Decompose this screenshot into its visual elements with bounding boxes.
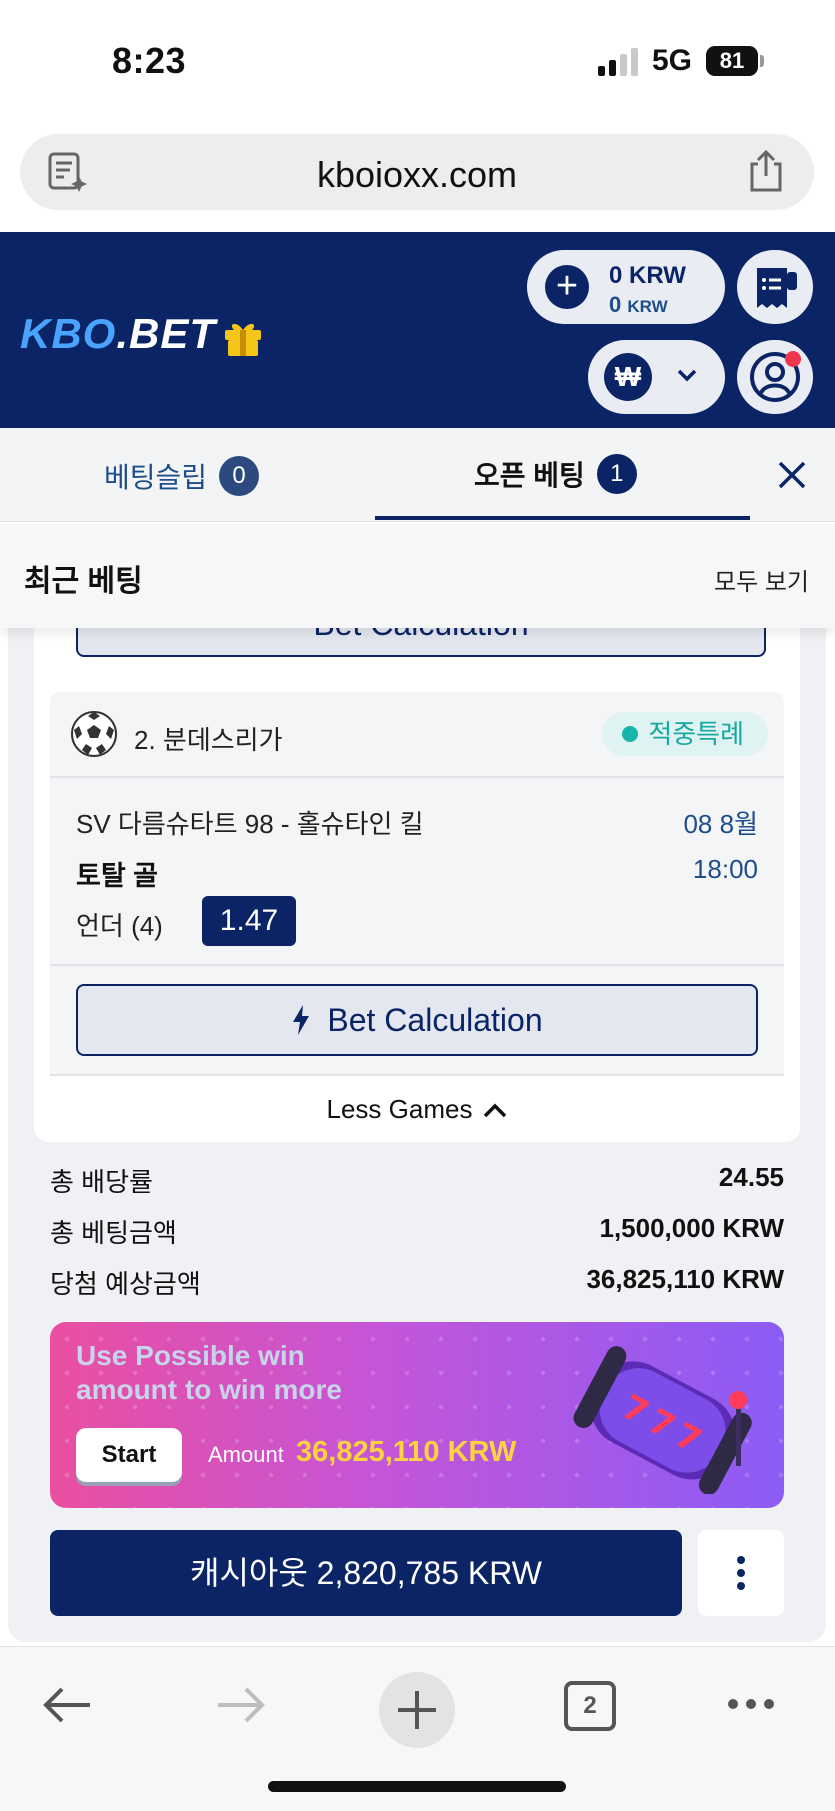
- address-bar[interactable]: kboioxx.com: [20, 134, 814, 210]
- balance-main: 0 KRW: [609, 262, 686, 289]
- site-logo[interactable]: KBO.BET: [20, 310, 216, 358]
- bet-calculation-button[interactable]: Bet Calculation: [76, 984, 758, 1056]
- divider: [50, 1074, 784, 1076]
- status-bar: 8:23 5G 81: [0, 0, 835, 120]
- chevron-down-icon: [677, 369, 697, 382]
- total-stake-value: 1,500,000 KRW: [599, 1213, 784, 1243]
- view-all-link[interactable]: 모두 보기: [714, 562, 809, 597]
- receipt-icon: [757, 268, 797, 308]
- badge-label: 적중특례: [648, 719, 744, 749]
- promo-start-button[interactable]: Start: [76, 1428, 182, 1482]
- divider: [50, 964, 784, 966]
- match-name: SV 다름슈타트 98 - 홀슈타인 킬: [76, 809, 424, 839]
- share-icon[interactable]: [744, 148, 788, 194]
- bet-receipt-button[interactable]: [737, 250, 813, 324]
- soccer-ball-icon: [71, 711, 117, 757]
- profile-button[interactable]: [737, 340, 813, 414]
- lightning-icon: [293, 1005, 310, 1035]
- deposit-plus-icon[interactable]: +: [545, 265, 589, 309]
- balance-bonus-unit: KRW: [627, 297, 668, 316]
- currency-selector[interactable]: ₩: [588, 340, 725, 414]
- won-currency-icon: ₩: [604, 353, 652, 401]
- total-stake-label: 총 베팅금액: [50, 1218, 177, 1248]
- user-avatar-icon: [750, 351, 801, 402]
- status-time: 8:23: [112, 40, 187, 81]
- active-tab-indicator: [375, 516, 750, 520]
- balance-pill[interactable]: + 0 KRW 0 KRW: [527, 250, 725, 324]
- leg-header: 2. 분데스리가 적중특례: [50, 692, 784, 778]
- tab-open-bets-label: 오픈 베팅: [474, 460, 585, 491]
- home-indicator: [268, 1781, 566, 1792]
- potential-win-label: 당첨 예상금액: [50, 1269, 201, 1299]
- match-date: 08 8월: [683, 809, 758, 839]
- status-badge: 적중특례: [602, 712, 768, 756]
- tab-betslip-label: 베팅슬립: [104, 462, 208, 493]
- total-odds-label: 총 배당률: [50, 1167, 153, 1197]
- chevron-up-icon: [484, 1103, 507, 1117]
- bet-calculation-label: Bet Calculation: [327, 1001, 543, 1038]
- tab-open-bets-count: 1: [596, 454, 637, 494]
- tab-betslip[interactable]: 베팅슬립 0: [104, 456, 260, 496]
- browser-toolbar: 2: [0, 1646, 835, 1811]
- tab-betslip-count: 0: [219, 456, 260, 496]
- gift-icon[interactable]: [222, 316, 264, 358]
- promo-line-2: amount to win more: [76, 1374, 342, 1405]
- promo-line-1: Use Possible win: [76, 1340, 305, 1371]
- tab-open-bets[interactable]: 오픈 베팅 1: [474, 454, 637, 494]
- new-tab-plus-icon[interactable]: [378, 1671, 456, 1749]
- promo-banner[interactable]: Use Possible win amount to win more Star…: [50, 1322, 784, 1508]
- more-options-button[interactable]: [698, 1530, 784, 1616]
- less-games-label: Less Games: [326, 1094, 473, 1124]
- bet-leg: 2. 분데스리가 적중특례 SV 다름슈타트 98 - 홀슈타인 킬 08 8월…: [50, 692, 784, 1076]
- betslip-tabs: 베팅슬립 0 오픈 베팅 1: [0, 428, 835, 522]
- battery-icon: 81: [706, 46, 758, 76]
- close-icon[interactable]: [774, 452, 810, 498]
- market-name: 토탈 골: [76, 861, 159, 891]
- balance-bonus: 0 KRW: [609, 292, 668, 318]
- badge-dot: [622, 726, 639, 742]
- slot-machine-icon: 7 7 7: [573, 1346, 752, 1494]
- recent-bets-header: 최근 베팅 모두 보기: [0, 524, 835, 628]
- league-name: 2. 분데스리가: [134, 725, 283, 755]
- network-label: 5G: [652, 44, 693, 77]
- url-text[interactable]: kboioxx.com: [20, 154, 814, 196]
- forward-arrow-icon[interactable]: [214, 1681, 268, 1729]
- site-header: KBO.BET + 0 KRW 0 KRW ₩: [0, 232, 835, 428]
- recent-bets-title: 최근 베팅: [24, 565, 143, 598]
- balance-bonus-value: 0: [609, 292, 622, 317]
- more-menu-icon[interactable]: [726, 1697, 776, 1711]
- selection-odds: 1.47: [202, 896, 296, 946]
- promo-amount-label: Amount: [208, 1442, 284, 1467]
- match-time: 18:00: [692, 854, 758, 884]
- signal-icon: [598, 48, 638, 76]
- battery-cap: [760, 55, 764, 67]
- tab-switcher-button[interactable]: 2: [564, 1681, 616, 1731]
- selection-name: 언더 (4): [76, 911, 163, 941]
- potential-win-value: 36,825,110 KRW: [586, 1264, 784, 1294]
- back-arrow-icon[interactable]: [40, 1681, 94, 1729]
- promo-amount: 36,825,110 KRW: [296, 1436, 517, 1468]
- total-odds-value: 24.55: [718, 1162, 784, 1192]
- cashout-button[interactable]: 캐시아웃 2,820,785 KRW: [50, 1530, 682, 1616]
- less-games-toggle[interactable]: Less Games: [0, 1094, 835, 1125]
